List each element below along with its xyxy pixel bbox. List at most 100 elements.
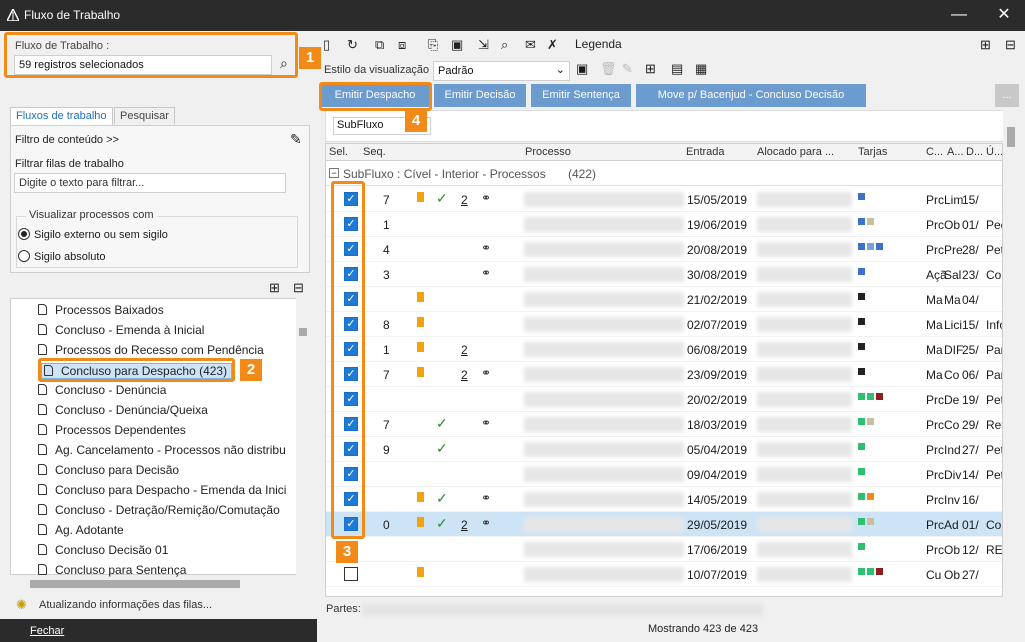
move-icon[interactable]: ⇲ [478,37,489,53]
count-link[interactable]: 2 [461,343,468,357]
minimize-button[interactable]: — [944,5,974,27]
comment-icon[interactable]: ✉ [525,37,536,53]
header-u[interactable]: Ú... [986,146,1002,158]
filter-input[interactable]: Digite o texto para filtrar... [14,173,286,193]
expand-icon[interactable]: ⊞ [980,37,991,53]
table-row[interactable]: ✓ 20/02/2019 Prc De 19/Pet [326,387,1002,412]
tree-item[interactable]: Concluso para Despacho - Emenda da Inici [38,483,286,497]
export-icon[interactable]: ⊞ [645,61,656,77]
copy-icon[interactable]: ⧉ [375,37,384,53]
table-row[interactable]: 10/07/2019 Cu Ob 27/ [326,562,1002,587]
grid-vscrollbar[interactable] [1003,110,1019,597]
group-row[interactable]: − SubFluxo : Cível - Interior - Processo… [326,162,1002,186]
table-row[interactable]: ✓119/06/2019PrcOb01/Pec [326,212,1002,237]
table-row[interactable]: ✓802/07/2019MaLici15/Info [326,312,1002,337]
legend-link[interactable]: Legenda [575,37,622,51]
header-sel[interactable]: Sel. [329,146,348,158]
table-row[interactable]: ✓ 1 2 06/08/2019 Ma DIF 25/Par [326,337,1002,362]
print-icon[interactable]: ▦ [695,61,707,77]
tab-fluxos[interactable]: Fluxos de trabalho [10,107,113,125]
clipboard-icon[interactable]: ⎘ [428,37,438,53]
close-button[interactable]: ✕ [989,5,1019,27]
emitir-sentenca-button[interactable]: Emitir Sentença [531,84,631,107]
expand-tree-icon[interactable]: ⊞ [269,280,280,296]
processo-cell[interactable] [524,317,684,332]
new-icon[interactable]: ▯ [323,37,330,53]
remove-icon[interactable]: ✗ [547,37,558,53]
link-icon[interactable]: ⚭ [481,516,491,530]
view-style-select[interactable]: Padrão ⌄ [433,61,570,81]
count-link[interactable]: 2 [461,518,468,532]
radio-sigilo-absoluto[interactable]: Sigilo absoluto [18,250,218,263]
link-icon[interactable]: ⚭ [481,191,491,205]
search-doc-icon[interactable]: ⌕ [501,37,508,53]
processo-cell[interactable] [524,367,684,382]
tree-item[interactable]: Concluso para Decisão [38,463,179,477]
tree-item[interactable]: Processos Baixados [38,303,164,317]
processo-cell[interactable] [524,567,684,582]
refresh-icon[interactable]: ↻ [347,37,358,53]
move-bacenjud-button[interactable]: Move p/ Bacenjud - Concluso Decisão [636,84,866,107]
table-row[interactable]: ✓ ✓ ⚭ 14/05/2019 Prc Inv 16/ [326,487,1002,512]
tree-item[interactable]: Ag. Adotante [38,523,124,537]
table-row[interactable]: ✓ 09/04/2019 Prc Div 14/Pet [326,462,1002,487]
processo-cell[interactable] [524,417,684,432]
more-actions-button[interactable]: ... [995,84,1019,107]
processo-cell[interactable] [524,242,684,257]
tree-item[interactable]: Concluso - Denúncia/Queixa [38,403,208,417]
tree-item[interactable]: Concluso Decisão 01 [38,543,168,557]
header-entrada[interactable]: Entrada [686,146,725,158]
header-alocado[interactable]: Alocado para ... [757,146,834,158]
tree-vscrollbar[interactable] [296,298,310,575]
table-row[interactable]: ✓ 0 ✓ 2 ⚭ 29/05/2019 Prc Ad 01/Co [326,512,1002,537]
tree-item[interactable]: Concluso - Emenda à Inicial [38,323,204,337]
tree-hscrollbar[interactable] [10,577,296,591]
table-row[interactable]: ✓ 3 ⚭ 30/08/2019 Açã Sal 23/Co [326,262,1002,287]
header-tarjas[interactable]: Tarjas [858,146,887,158]
radio-sigilo-externo[interactable]: Sigilo externo ou sem sigilo [18,228,218,241]
header-c[interactable]: C... [926,146,943,158]
link-icon[interactable]: ⚭ [481,241,491,255]
save-all-icon[interactable]: ▣ [451,37,463,53]
table-row[interactable]: ✓ 21/02/2019 Ma Ma 04/ [326,287,1002,312]
processo-cell[interactable] [524,217,684,232]
document-icon[interactable]: ▤ [671,61,683,77]
collapse-icon[interactable]: ⊟ [1005,37,1016,53]
table-row[interactable]: ✓ 7 ✓ 2 ⚭ 15/05/2019 Prc Lim 15/ [326,187,1002,212]
table-row[interactable]: ✓ 4 ⚭ 20/08/2019 Prc Pre 28/Pet [326,237,1002,262]
processo-cell[interactable] [524,192,684,207]
table-row[interactable]: ✓ 9 ✓ 05/04/2019 Prc Ind 27/Pet [326,437,1002,462]
processo-cell[interactable] [524,267,684,282]
tab-pesquisar[interactable]: Pesquisar [114,107,175,124]
tree-item[interactable]: Ag. Cancelamento - Processos não distrib… [38,443,286,457]
processo-cell[interactable] [524,492,684,507]
collapse-tree-icon[interactable]: ⊟ [293,280,304,296]
tree-item[interactable]: Concluso - Denúncia [38,383,166,397]
close-link[interactable]: Fechar [30,625,64,637]
table-row[interactable]: 17/06/2019 PrcOb12/REC [326,537,1002,562]
header-a[interactable]: A... [947,146,964,158]
link-icon[interactable]: ⚭ [481,491,491,505]
table-row[interactable]: ✓ 7 ✓ ⚭ 18/03/2019 Prc Co 29/Ret [326,412,1002,437]
count-link[interactable]: 2 [461,193,468,207]
tree-item[interactable]: Concluso para Sentença [38,563,186,577]
processo-cell[interactable] [524,467,684,482]
save-icon[interactable]: ▣ [576,61,588,77]
link-icon[interactable]: ⚭ [481,366,491,380]
processo-cell[interactable] [524,292,684,307]
emitir-decisao-button[interactable]: Emitir Decisão [434,84,526,107]
link-icon[interactable]: ⚭ [481,416,491,430]
row-checkbox[interactable] [344,567,358,581]
count-link[interactable]: 2 [461,368,468,382]
tree-item[interactable]: Concluso - Detração/Remição/Comutação [38,503,280,517]
header-processo[interactable]: Processo [525,146,571,158]
tree-item[interactable]: Processos do Recesso com Pendência [38,343,264,357]
paste-icon[interactable]: ⧈ [398,37,406,53]
table-row[interactable]: ✓ 7 2 ⚭ 23/09/2019 Ma Co 06/Par [326,362,1002,387]
processo-cell[interactable] [524,542,684,557]
brush-icon[interactable]: ✎ [290,131,302,148]
link-icon[interactable]: ⚭ [481,266,491,280]
processo-cell[interactable] [524,442,684,457]
processo-cell[interactable] [524,392,684,407]
processo-cell[interactable] [524,342,684,357]
